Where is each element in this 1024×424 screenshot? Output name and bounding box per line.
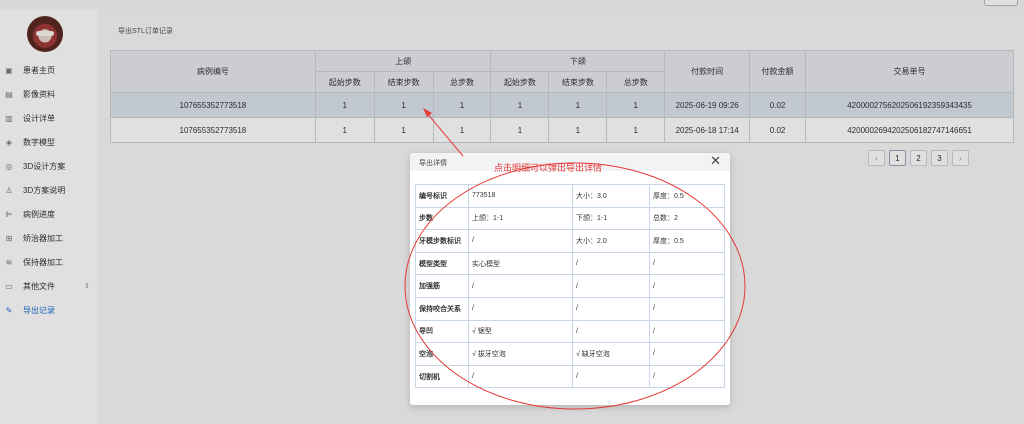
close-icon[interactable]: ✕ [710,154,721,170]
detail-value: / [468,296,573,321]
detail-value: / [468,364,573,389]
detail-label: 编号标识 [415,184,469,208]
detail-value: / [468,274,573,298]
detail-row: 步数 上颌：1-1 下颌：1-1 总数：2 [415,206,725,231]
detail-label: 模型类型 [415,251,469,276]
detail-label: 保持咬合关系 [415,296,469,321]
detail-value: 厚度：0.5 [649,184,725,208]
detail-value: 上颌：1-1 [468,206,573,231]
detail-row: 切割机 / / / [415,364,725,389]
detail-value: 大小：2.0 [572,229,650,253]
detail-label: 加强筋 [415,274,469,298]
dialog-title: 导出详情 [419,160,447,167]
export-detail-dialog: 导出详情 ✕ 编号标识 773518 大小：3.0 厚度：0.5 步数 上颌：1-1 下颌：… [410,153,730,405]
detail-row: 导凹 √ 锯型 / / [415,319,725,344]
detail-value: / [572,296,650,321]
detail-label: 步数 [415,206,469,231]
detail-value: / [572,364,650,389]
detail-label: 导凹 [415,319,469,344]
detail-value: / [649,274,725,298]
detail-value: / [468,229,573,253]
annotation-text: 点击明细可以弹出导出详情 [494,163,603,173]
detail-value: √ 锯型 [468,319,573,344]
export-detail-table: 编号标识 773518 大小：3.0 厚度：0.5 步数 上颌：1-1 下颌：1-1 总数：2… [415,184,725,389]
detail-label: 空泡 [415,342,469,366]
detail-value: / [649,296,725,321]
detail-row: 保持咬合关系 / / / [415,296,725,321]
detail-label: 牙模步数标识 [415,229,469,253]
detail-value: 实心模型 [468,251,573,276]
detail-value: 大小：3.0 [572,184,650,208]
detail-value: / [572,274,650,298]
detail-value: / [649,319,725,344]
detail-value: / [572,251,650,276]
detail-value: √ 拔牙空泡 [468,342,573,366]
detail-value: 总数：2 [649,206,725,231]
detail-value: / [649,251,725,276]
detail-value: √ 缺牙空泡 [572,342,650,366]
detail-row: 牙模步数标识 / 大小：2.0 厚度：0.5 [415,229,725,253]
detail-value: / [649,342,725,366]
detail-row: 空泡 √ 拔牙空泡 √ 缺牙空泡 / [415,342,725,366]
detail-value: / [649,364,725,389]
detail-row: 加强筋 / / / [415,274,725,298]
detail-value: 773518 [468,184,573,208]
detail-value: / [572,319,650,344]
detail-row: 编号标识 773518 大小：3.0 厚度：0.5 [415,184,725,208]
detail-row: 模型类型 实心模型 / / [415,251,725,276]
detail-label: 切割机 [415,364,469,389]
detail-value: 厚度：0.5 [649,229,725,253]
detail-value: 下颌：1-1 [572,206,650,231]
